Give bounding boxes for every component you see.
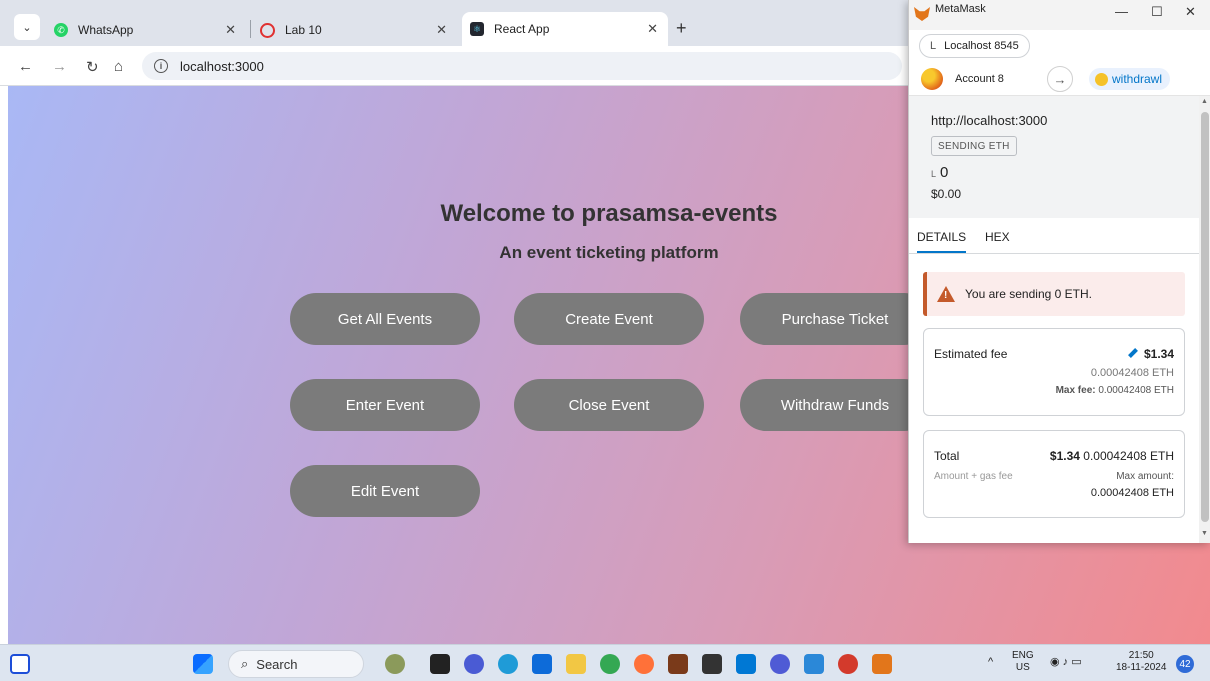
close-icon[interactable]: ✕ — [436, 22, 447, 38]
get-all-events-button[interactable]: Get All Events — [290, 293, 480, 345]
close-icon[interactable]: ✕ — [1185, 4, 1196, 20]
lab-icon — [260, 22, 275, 38]
send-amount: L0 — [931, 164, 949, 181]
tab-details[interactable]: DETAILS — [917, 230, 967, 253]
sending-eth-badge: SENDING ETH — [931, 136, 1017, 156]
windows-taskbar: ⌕ Search ^ ENG US ◉ ♪ ▭ 21:50 18-11-2024 4… — [0, 644, 1210, 681]
create-event-button[interactable]: Create Event — [514, 293, 704, 345]
clock[interactable]: 21:50 18-11-2024 — [1116, 650, 1166, 674]
search-icon: ⌕ — [241, 656, 249, 671]
tab-react-app[interactable]: ⚛ React App ✕ — [462, 12, 668, 46]
network-selector[interactable]: L Localhost 8545 — [919, 34, 1030, 58]
maximize-icon[interactable]: ☐ — [1151, 4, 1163, 20]
account-row: Account 8 → withdrawl — [909, 62, 1210, 96]
arrow-right-icon: → — [1047, 66, 1073, 92]
back-arrow-icon[interactable]: ← — [18, 58, 33, 75]
reload-icon[interactable]: ↻ — [86, 58, 99, 76]
snipping-icon[interactable] — [804, 654, 824, 674]
transaction-summary: http://localhost:3000 SENDING ETH L0 $0.… — [909, 96, 1199, 218]
metamask-popup: MetaMask — ☐ ✕ L Localhost 8545 Account … — [908, 0, 1210, 543]
react-icon: ⚛ — [470, 22, 484, 36]
task-view-icon[interactable] — [430, 654, 450, 674]
total-card: Total Amount + gas fee $1.34 0.00042408 … — [923, 430, 1185, 518]
estimated-fee-card: Estimated fee $1.34 0.00042408 ETH Max f… — [923, 328, 1185, 416]
new-tab-button[interactable]: + — [676, 18, 687, 39]
vscode-icon[interactable] — [736, 654, 756, 674]
withdraw-funds-button[interactable]: Withdraw Funds — [740, 379, 930, 431]
widgets-icon[interactable] — [10, 654, 30, 674]
scroll-down-icon[interactable]: ▼ — [1201, 530, 1208, 537]
file-explorer-icon[interactable] — [566, 654, 586, 674]
tab-lab-10[interactable]: Lab 10 ✕ — [252, 14, 457, 46]
account-avatar — [921, 68, 943, 90]
origin-url: http://localhost:3000 — [931, 113, 1048, 128]
tab-hex[interactable]: HEX — [985, 230, 1010, 244]
minimize-icon[interactable]: — — [1115, 4, 1128, 19]
news-widget-icon[interactable] — [385, 654, 405, 674]
destination-pill[interactable]: withdrawl — [1089, 68, 1171, 90]
enter-event-button[interactable]: Enter Event — [290, 379, 480, 431]
forward-arrow-icon[interactable]: → — [52, 58, 67, 75]
metamask-fox-icon — [914, 7, 930, 21]
windows-start-icon[interactable] — [193, 654, 213, 674]
url-input[interactable]: i localhost:3000 — [142, 52, 902, 80]
edge-icon[interactable] — [498, 654, 518, 674]
warning-banner: ! You are sending 0 ETH. — [923, 272, 1185, 316]
close-event-button[interactable]: Close Event — [514, 379, 704, 431]
whatsapp-icon: ✆ — [54, 23, 68, 37]
zoom-icon[interactable] — [770, 654, 790, 674]
close-icon[interactable]: ✕ — [647, 21, 658, 37]
wps-icon[interactable] — [838, 654, 858, 674]
meet-icon[interactable] — [464, 654, 484, 674]
scroll-thumb[interactable] — [1201, 112, 1209, 522]
app-icon[interactable] — [668, 654, 688, 674]
tab-separator — [250, 20, 251, 38]
terminal-icon[interactable] — [702, 654, 722, 674]
close-icon[interactable]: ✕ — [225, 22, 236, 38]
purchase-ticket-button[interactable]: Purchase Ticket — [740, 293, 930, 345]
scroll-up-icon[interactable]: ▲ — [1201, 98, 1208, 105]
taskbar-search[interactable]: ⌕ Search — [228, 650, 364, 678]
metamask-scrollbar[interactable]: ▲ ▼ — [1199, 96, 1210, 543]
wifi-volume-battery-icon[interactable]: ◉ ♪ ▭ — [1050, 656, 1082, 668]
chrome-icon[interactable] — [600, 654, 620, 674]
tab-search-menu[interactable]: ⌄ — [14, 14, 40, 40]
tab-whatsapp[interactable]: ✆ WhatsApp ✕ — [46, 14, 246, 46]
fiat-amount: $0.00 — [931, 187, 962, 201]
account-name[interactable]: Account 8 — [955, 73, 1004, 85]
language-indicator[interactable]: ENG US — [1012, 650, 1034, 674]
metamask-taskbar-icon[interactable] — [872, 654, 892, 674]
metamask-titlebar: MetaMask — ☐ ✕ — [909, 0, 1210, 30]
site-info-icon[interactable]: i — [154, 59, 168, 73]
chevron-down-icon: ⌄ — [22, 21, 32, 34]
chevron-up-icon[interactable]: ^ — [988, 656, 993, 668]
home-icon[interactable]: ⌂ — [114, 58, 123, 75]
detail-tabs: DETAILS HEX — [909, 218, 1199, 254]
warning-icon: ! — [937, 286, 955, 302]
store-icon[interactable] — [532, 654, 552, 674]
edit-event-button[interactable]: Edit Event — [290, 465, 480, 517]
contract-dot-icon — [1095, 72, 1108, 86]
firefox-icon[interactable] — [634, 654, 654, 674]
notification-badge[interactable]: 42 — [1176, 655, 1194, 673]
edit-pencil-icon[interactable] — [1128, 348, 1138, 358]
